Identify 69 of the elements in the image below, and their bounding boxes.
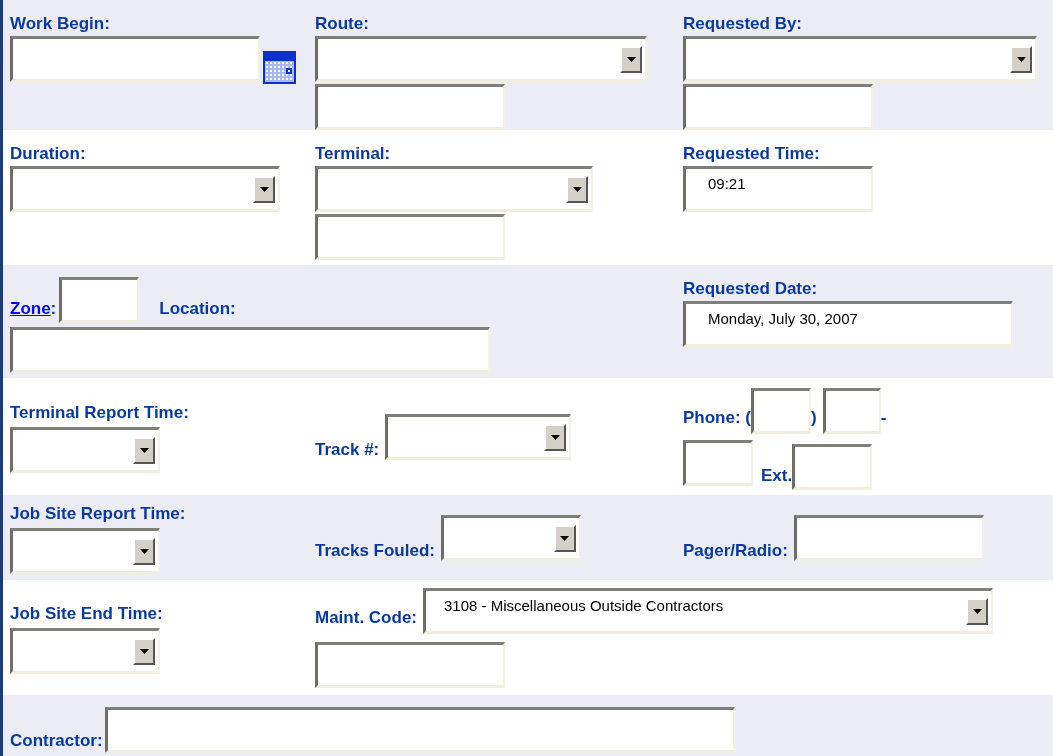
dropdown-field[interactable] [10,166,280,212]
text-field[interactable] [683,439,753,486]
field-label: Duration: [10,144,86,163]
dropdown-field[interactable]: 3108 - Miscellaneous Outside Contractors [423,587,993,634]
field-label: Ext. [761,465,793,486]
dropdown-button[interactable] [554,524,576,552]
text-field[interactable] [315,641,505,688]
dropdown-field[interactable] [10,527,160,574]
dropdown-field[interactable] [315,166,593,212]
field-label: ) [811,407,817,428]
field-label: - [880,407,887,428]
text-field[interactable] [10,327,490,373]
field-label: Requested Date: [683,279,818,298]
field-label: Job Site Report Time: [10,503,186,523]
text-field[interactable] [59,277,140,323]
text-field[interactable] [751,387,811,434]
field-label: Tracks Fouled: [315,540,435,561]
dropdown-field[interactable] [441,514,581,561]
caret-icon [139,447,149,453]
field-label: Requested Time: [683,144,820,163]
field-label: Phone: ( [683,407,751,428]
caret-icon [259,187,269,192]
dropdown-field[interactable] [315,36,647,82]
dropdown-button[interactable] [133,436,155,464]
dropdown-button[interactable] [133,637,155,665]
text-field[interactable] [683,84,873,130]
caret-icon [550,434,560,440]
field-label: Job Site End Time: [10,603,163,623]
field-label: Location: [159,299,236,319]
date-field[interactable]: Monday, July 30, 2007 [683,301,1013,347]
dropdown-button[interactable] [966,597,988,625]
field-label: Work Begin: [10,14,110,33]
field-label: Maint. Code: [315,607,417,628]
time-field[interactable]: 09:21 [683,166,873,212]
dropdown-button[interactable] [133,537,155,565]
field-label: : [50,299,57,319]
field-label: Track #: [315,439,380,460]
dropdown-field[interactable] [10,627,160,674]
field-label: Pager/Radio: [683,540,788,561]
field-label: Requested By: [683,14,803,33]
dropdown-field[interactable] [683,36,1037,82]
text-field[interactable] [104,707,735,753]
caret-icon [139,548,149,554]
text-field[interactable] [792,443,873,490]
dropdown-value: 3108 - Miscellaneous Outside Contractors [443,595,724,616]
caret-icon [560,535,570,541]
zone-link[interactable]: Zone [10,299,51,319]
text-field[interactable] [793,514,984,561]
caret-icon [626,57,636,62]
dropdown-button[interactable] [544,423,567,451]
caret-icon [572,187,582,192]
dropdown-field[interactable] [10,426,160,473]
caret-icon [972,608,982,614]
field-label: Contractor: [10,731,103,751]
dropdown-button[interactable] [253,176,275,203]
calendar-icon[interactable] [263,51,296,84]
field-label: Terminal: [315,144,391,163]
text-field[interactable] [822,387,881,434]
field-label: Terminal Report Time: [10,402,189,422]
text-field[interactable] [315,84,505,130]
date-field[interactable] [10,36,260,82]
caret-icon [1016,57,1026,62]
caret-icon [139,648,149,654]
dropdown-field[interactable] [385,413,572,460]
dropdown-button[interactable] [620,46,642,73]
dropdown-button[interactable] [1010,46,1032,73]
text-field[interactable] [315,214,505,260]
dropdown-button[interactable] [566,176,588,203]
field-label: Route: [315,14,369,33]
